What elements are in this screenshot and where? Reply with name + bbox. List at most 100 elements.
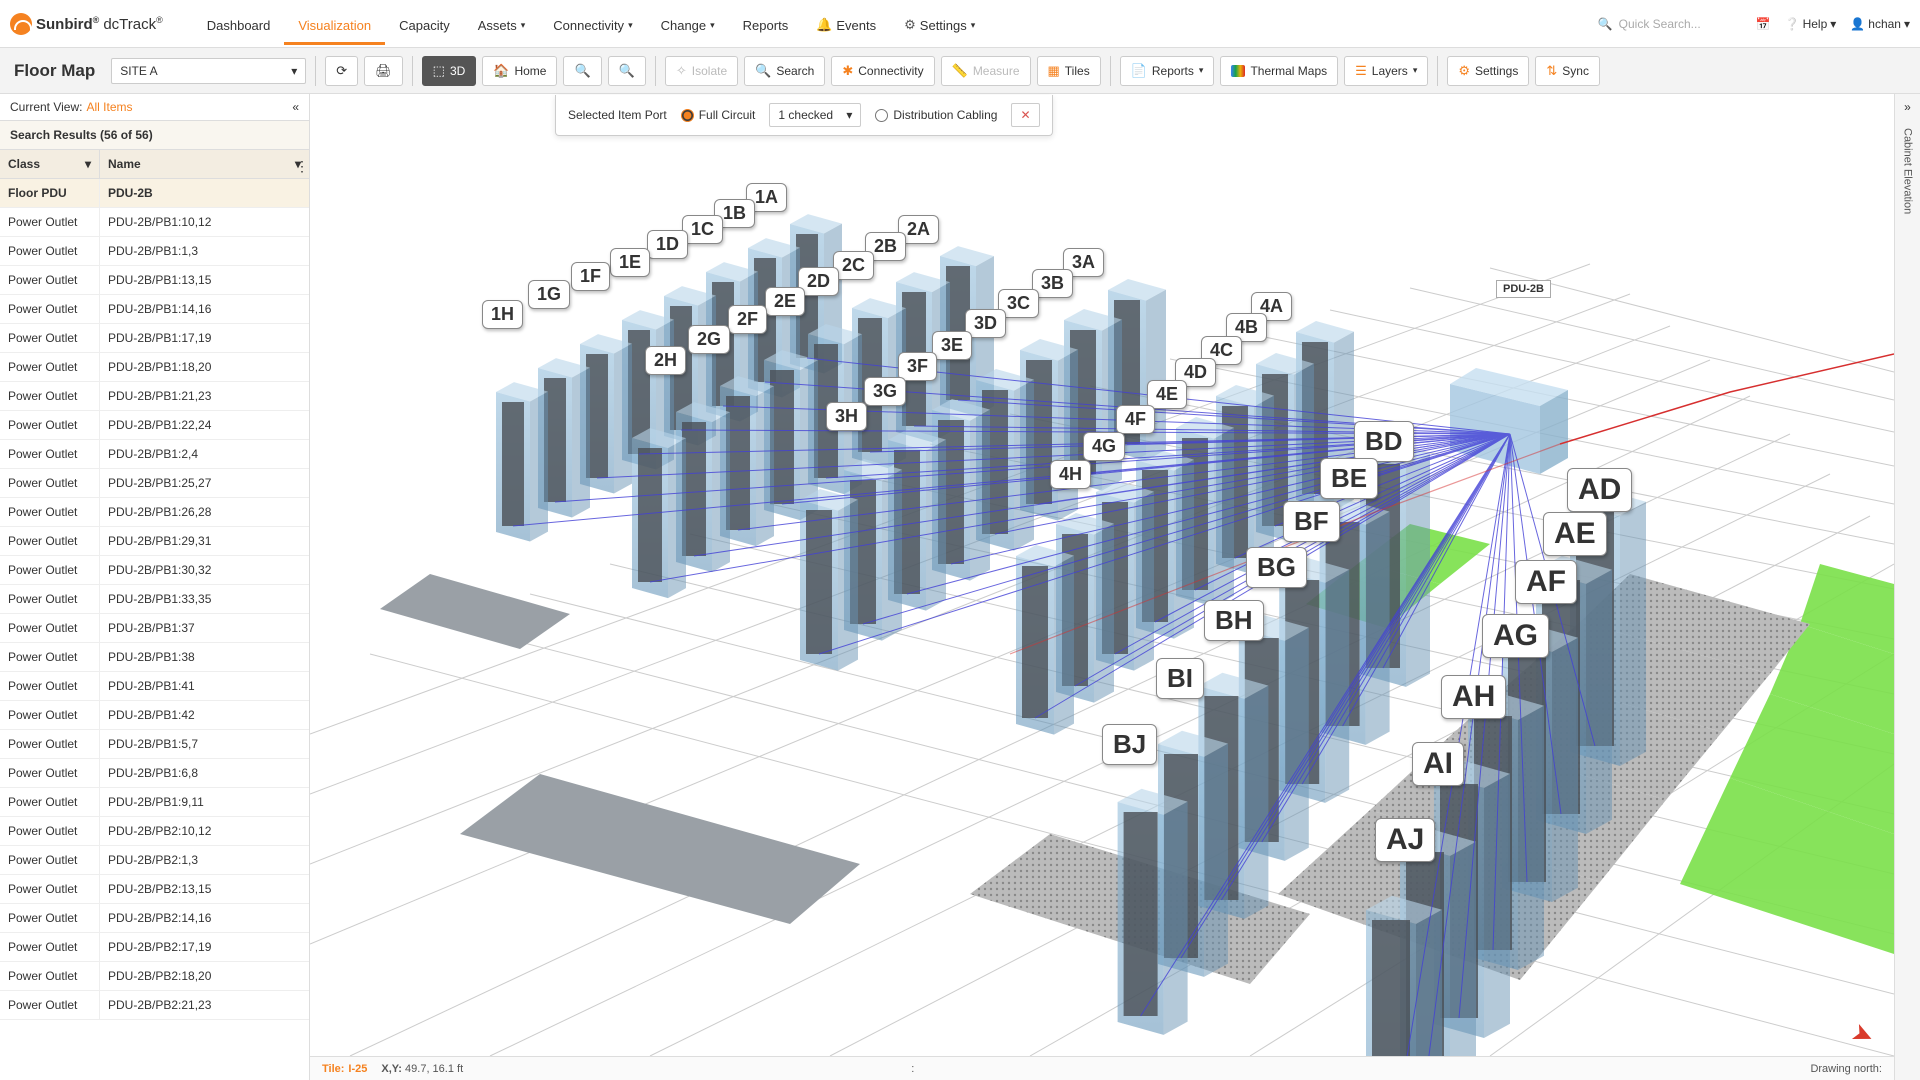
global-search[interactable]: 🔍 Quick Search... bbox=[1592, 13, 1742, 35]
rack-label[interactable]: 4G bbox=[1083, 432, 1125, 461]
table-row[interactable]: Power OutletPDU-2B/PB1:2,4 bbox=[0, 440, 309, 469]
col-name[interactable]: Name▾ bbox=[100, 150, 309, 178]
connectivity-button[interactable]: ✱Connectivity bbox=[831, 56, 934, 86]
table-row[interactable]: Power OutletPDU-2B/PB1:18,20 bbox=[0, 353, 309, 382]
full-circuit-radio[interactable]: Full Circuit bbox=[681, 108, 756, 122]
table-row[interactable]: Power OutletPDU-2B/PB2:1,3 bbox=[0, 846, 309, 875]
rack-label[interactable]: 2E bbox=[765, 287, 805, 316]
nav-visualization[interactable]: Visualization bbox=[284, 2, 385, 45]
table-row[interactable]: Power OutletPDU-2B/PB1:9,11 bbox=[0, 788, 309, 817]
nav-change[interactable]: Change ▾ bbox=[647, 2, 729, 45]
table-row[interactable]: Power OutletPDU-2B/PB2:13,15 bbox=[0, 875, 309, 904]
table-row[interactable]: Power OutletPDU-2B/PB1:38 bbox=[0, 643, 309, 672]
rack-label[interactable]: 3E bbox=[932, 331, 972, 360]
rack-label[interactable]: AF bbox=[1515, 560, 1577, 604]
table-row[interactable]: Power OutletPDU-2B/PB1:41 bbox=[0, 672, 309, 701]
rack-label[interactable]: AJ bbox=[1375, 818, 1435, 862]
grid-body[interactable]: Floor PDUPDU-2BPower OutletPDU-2B/PB1:10… bbox=[0, 179, 309, 1080]
help-menu[interactable]: ❔Help▾ bbox=[1785, 17, 1837, 31]
table-row[interactable]: Power OutletPDU-2B/PB1:22,24 bbox=[0, 411, 309, 440]
table-row[interactable]: Power OutletPDU-2B/PB2:14,16 bbox=[0, 904, 309, 933]
rack-label[interactable]: 2C bbox=[833, 251, 874, 280]
rack-label[interactable]: 1D bbox=[647, 230, 688, 259]
current-view-link[interactable]: All Items bbox=[86, 100, 132, 114]
table-row[interactable]: Power OutletPDU-2B/PB1:33,35 bbox=[0, 585, 309, 614]
layers-button[interactable]: ☰Layers▾ bbox=[1344, 56, 1428, 86]
rack-label[interactable]: AG bbox=[1482, 614, 1549, 658]
table-row[interactable]: Power OutletPDU-2B/PB1:5,7 bbox=[0, 730, 309, 759]
rack-label[interactable]: BD bbox=[1354, 421, 1414, 462]
rack-label[interactable]: 1G bbox=[528, 280, 570, 309]
site-dropdown[interactable]: SITE A▾ bbox=[111, 58, 306, 84]
table-row[interactable]: Power OutletPDU-2B/PB1:21,23 bbox=[0, 382, 309, 411]
nav-capacity[interactable]: Capacity bbox=[385, 2, 464, 45]
measure-button[interactable]: 📏Measure bbox=[941, 56, 1031, 86]
print-button[interactable]: 🖨 bbox=[364, 56, 403, 86]
rack-label[interactable]: BH bbox=[1204, 600, 1264, 641]
user-menu[interactable]: 👤hchan▾ bbox=[1850, 17, 1910, 31]
zoom-in-button[interactable]: 🔍 bbox=[563, 56, 601, 86]
settings-button[interactable]: ⚙Settings bbox=[1447, 56, 1529, 86]
search-button[interactable]: 🔍Search bbox=[744, 56, 825, 86]
table-row[interactable]: Power OutletPDU-2B/PB1:14,16 bbox=[0, 295, 309, 324]
rack-label[interactable]: 4H bbox=[1050, 460, 1091, 489]
rack-label[interactable]: 1H bbox=[482, 300, 523, 329]
rack-label[interactable]: BI bbox=[1156, 658, 1204, 699]
table-row[interactable]: Power OutletPDU-2B/PB2:17,19 bbox=[0, 933, 309, 962]
nav-dashboard[interactable]: Dashboard bbox=[193, 2, 285, 45]
isolate-button[interactable]: ✧Isolate bbox=[665, 56, 738, 86]
table-row[interactable]: Power OutletPDU-2B/PB2:21,23 bbox=[0, 991, 309, 1020]
rack-label[interactable]: 4F bbox=[1116, 405, 1155, 434]
table-row[interactable]: Power OutletPDU-2B/PB1:10,12 bbox=[0, 208, 309, 237]
calendar-icon[interactable]: 📅 bbox=[1756, 17, 1771, 31]
table-row[interactable]: Power OutletPDU-2B/PB1:13,15 bbox=[0, 266, 309, 295]
rack-label[interactable]: 3G bbox=[864, 377, 906, 406]
rack-label[interactable]: AI bbox=[1412, 742, 1464, 786]
table-row[interactable]: Floor PDUPDU-2B bbox=[0, 179, 309, 208]
collapse-sidebar-icon[interactable]: « bbox=[292, 100, 299, 114]
table-row[interactable]: Power OutletPDU-2B/PB2:10,12 bbox=[0, 817, 309, 846]
close-options-button[interactable]: ✕ bbox=[1011, 103, 1039, 127]
table-row[interactable]: Power OutletPDU-2B/PB1:37 bbox=[0, 614, 309, 643]
rack-label[interactable]: 2H bbox=[645, 346, 686, 375]
rack-label[interactable]: 3H bbox=[826, 402, 867, 431]
nav-reports[interactable]: Reports bbox=[729, 2, 803, 45]
rack-label[interactable]: 1C bbox=[682, 215, 723, 244]
rack-label[interactable]: BG bbox=[1246, 547, 1307, 588]
rack-label[interactable]: 1F bbox=[571, 262, 610, 291]
table-row[interactable]: Power OutletPDU-2B/PB1:42 bbox=[0, 701, 309, 730]
nav-settings[interactable]: ⚙ Settings ▾ bbox=[890, 2, 989, 45]
refresh-button[interactable]: ⟳ bbox=[325, 56, 358, 86]
tiles-button[interactable]: ▦Tiles bbox=[1037, 56, 1101, 86]
nav-connectivity[interactable]: Connectivity ▾ bbox=[539, 2, 646, 45]
table-row[interactable]: Power OutletPDU-2B/PB1:17,19 bbox=[0, 324, 309, 353]
table-row[interactable]: Power OutletPDU-2B/PB1:25,27 bbox=[0, 469, 309, 498]
rack-label[interactable]: AD bbox=[1567, 468, 1632, 512]
checked-dropdown[interactable]: 1 checked▾ bbox=[769, 103, 861, 127]
table-row[interactable]: Power OutletPDU-2B/PB1:29,31 bbox=[0, 527, 309, 556]
home-button[interactable]: 🏠Home bbox=[482, 56, 557, 86]
table-row[interactable]: Power OutletPDU-2B/PB1:30,32 bbox=[0, 556, 309, 585]
expand-rail-icon[interactable]: » bbox=[1904, 100, 1911, 114]
table-row[interactable]: Power OutletPDU-2B/PB1:26,28 bbox=[0, 498, 309, 527]
nav-assets[interactable]: Assets ▾ bbox=[464, 2, 540, 45]
rack-label[interactable]: BE bbox=[1320, 458, 1378, 499]
rack-label[interactable]: 2F bbox=[728, 305, 767, 334]
table-row[interactable]: Power OutletPDU-2B/PB1:6,8 bbox=[0, 759, 309, 788]
thermal-button[interactable]: Thermal Maps bbox=[1220, 56, 1338, 86]
reports-button[interactable]: 📄Reports▾ bbox=[1120, 56, 1215, 86]
3d-toggle[interactable]: ⬚3D bbox=[422, 56, 477, 86]
rack-label[interactable]: AH bbox=[1441, 675, 1506, 719]
table-row[interactable]: Power OutletPDU-2B/PB2:18,20 bbox=[0, 962, 309, 991]
zoom-out-button[interactable]: 🔍 bbox=[608, 56, 646, 86]
rack-label[interactable]: BJ bbox=[1102, 724, 1157, 765]
col-class[interactable]: Class▾ bbox=[0, 150, 100, 178]
nav-events[interactable]: 🔔 Events bbox=[802, 2, 890, 45]
table-row[interactable]: Power OutletPDU-2B/PB1:1,3 bbox=[0, 237, 309, 266]
rack-label[interactable]: 2G bbox=[688, 325, 730, 354]
sync-button[interactable]: ⇅Sync bbox=[1535, 56, 1600, 86]
floor-canvas[interactable]: 1A1B1C1D1E1F1G1H2A2B2C2D2E2F2G2H3A3B3C3D… bbox=[310, 94, 1894, 1080]
rack-label[interactable]: 1E bbox=[610, 248, 650, 277]
rack-label[interactable]: 3F bbox=[898, 352, 937, 381]
rack-label[interactable]: BF bbox=[1283, 501, 1340, 542]
